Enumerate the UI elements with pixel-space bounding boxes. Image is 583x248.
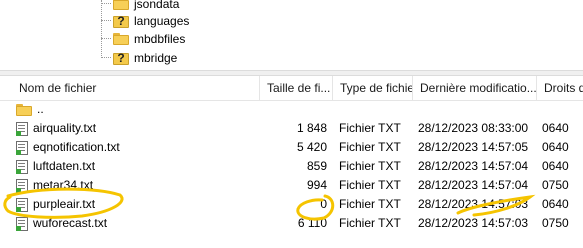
file-name: wuforecast.txt [33,216,108,230]
file-permissions: 0750 [542,216,569,230]
file-type: Fichier TXT [339,197,401,211]
column-header-size[interactable]: Taille de fi... [260,76,333,100]
file-row[interactable]: airquality.txt 1 848 Fichier TXT 28/12/2… [0,119,583,138]
file-row[interactable]: purpleair.txt 0 Fichier TXT 28/12/2023 1… [0,195,583,214]
text-file-icon [16,197,28,212]
folder-icon [16,103,32,116]
text-file-icon [16,178,28,193]
file-type: Fichier TXT [339,121,401,135]
file-row[interactable]: luftdaten.txt 859 Fichier TXT 28/12/2023… [0,157,583,176]
file-name: airquality.txt [33,121,97,135]
file-name: luftdaten.txt [33,159,96,173]
remote-directory-tree: jsondata ? languages mbdbfiles ? mbridge [0,0,583,70]
file-type: Fichier TXT [339,159,401,173]
tree-item-languages[interactable]: ? languages [101,11,189,30]
file-type: Fichier TXT [339,178,401,192]
file-size: 6 110 [297,216,327,230]
text-file-icon [16,121,28,136]
file-size: 5 420 [296,140,327,154]
tree-item-label: mbdbfiles [134,31,186,46]
file-size: 994 [306,178,327,192]
list-header: Nom de fichier Taille de fi... Type de f… [0,76,583,101]
tree-item-label: mbridge [134,50,178,65]
file-row[interactable]: metar34.txt 994 Fichier TXT 28/12/2023 1… [0,176,583,195]
file-size: 0 [320,197,327,211]
file-name: eqnotification.txt [33,140,120,154]
file-permissions: 0640 [542,197,569,211]
file-modified: 28/12/2023 14:57:03 [418,197,529,211]
file-type: Fichier TXT [339,216,401,230]
text-file-icon [16,140,28,155]
file-row[interactable]: eqnotification.txt 5 420 Fichier TXT 28/… [0,138,583,157]
remote-file-list: Nom de fichier Taille de fi... Type de f… [0,76,583,248]
file-modified: 28/12/2023 08:33:00 [418,121,529,135]
file-name: purpleair.txt [33,197,96,211]
unknown-folder-icon: ? [113,14,129,28]
file-permissions: 0640 [542,159,569,173]
parent-directory-label: .. [37,102,44,116]
unknown-folder-icon: ? [113,51,129,65]
column-header-type[interactable]: Type de fichier [333,76,413,100]
tree-item-label: languages [134,13,190,28]
file-modified: 28/12/2023 14:57:05 [418,140,529,154]
file-permissions: 0750 [542,178,569,192]
tree-item-mbridge[interactable]: ? mbridge [101,48,177,67]
file-size: 859 [306,159,327,173]
tree-item-label: jsondata [134,0,180,11]
column-header-modified[interactable]: Dernière modificatio... [413,76,537,100]
file-permissions: 0640 [542,140,569,154]
file-permissions: 0640 [542,121,569,135]
column-header-permissions[interactable]: Droits d [537,76,583,100]
tree-item-mbdbfiles[interactable]: mbdbfiles [101,29,185,48]
text-file-icon [16,216,28,231]
file-modified: 28/12/2023 14:57:04 [418,178,529,192]
folder-icon [113,32,129,45]
file-modified: 28/12/2023 14:57:03 [418,216,529,230]
file-type: Fichier TXT [339,140,401,154]
file-name: metar34.txt [33,178,94,192]
file-modified: 28/12/2023 14:57:04 [418,159,529,173]
file-row[interactable]: wuforecast.txt 6 110 Fichier TXT 28/12/2… [0,214,583,233]
parent-directory-row[interactable]: .. [0,100,583,119]
folder-icon [113,0,129,10]
file-size: 1 848 [296,121,327,135]
column-header-name[interactable]: Nom de fichier [12,76,260,100]
text-file-icon [16,159,28,174]
